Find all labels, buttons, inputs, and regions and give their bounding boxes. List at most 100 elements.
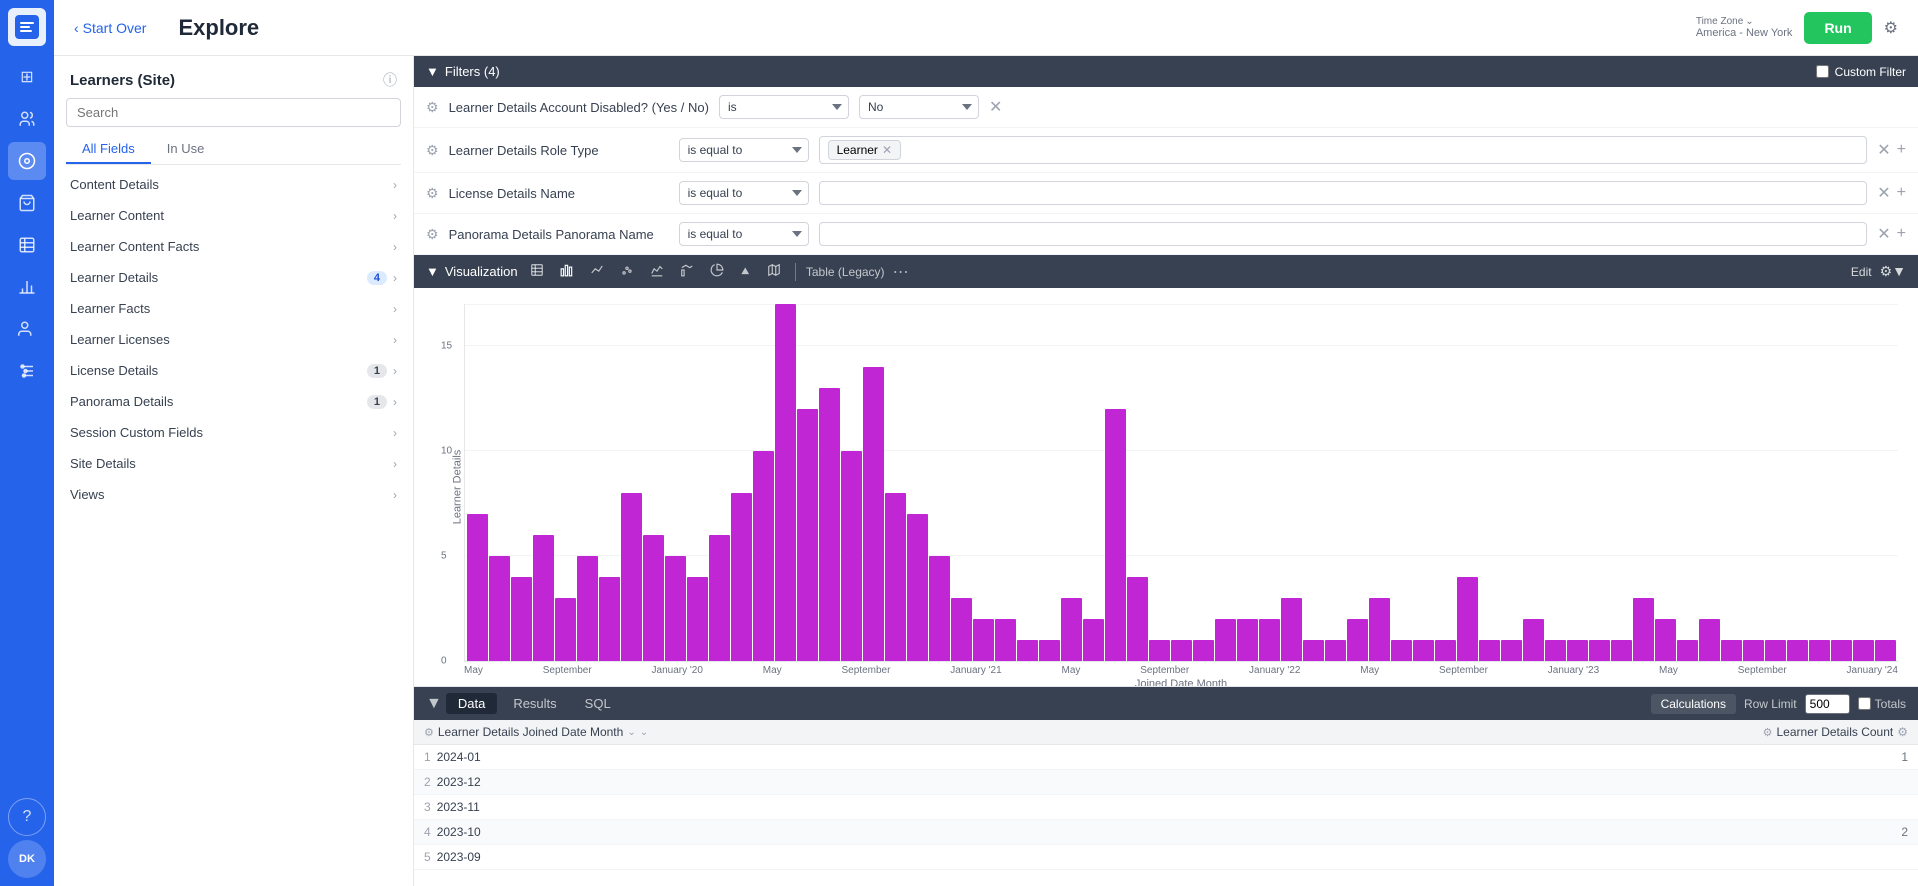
- filter-gear-icon-2[interactable]: ⚙: [426, 142, 439, 159]
- tab-sql[interactable]: SQL: [573, 693, 623, 714]
- filter-gear-icon-4[interactable]: ⚙: [426, 226, 439, 243]
- list-item[interactable]: Learner Facts ›: [54, 293, 413, 324]
- viz-area-icon[interactable]: [646, 261, 668, 282]
- filter-remove-icon-1[interactable]: ✕: [989, 97, 1002, 117]
- timezone-value: America - New York: [1696, 27, 1793, 39]
- back-link[interactable]: ‹ Start Over: [74, 20, 146, 36]
- table-icon[interactable]: [8, 226, 46, 264]
- totals-checkbox[interactable]: [1858, 697, 1871, 710]
- filter-operator-4[interactable]: is equal to: [679, 222, 809, 246]
- filter-operator-3[interactable]: is equal to: [679, 181, 809, 205]
- col-header-joined-date[interactable]: ⚙ Learner Details Joined Date Month ⌄ ⌄: [414, 720, 1311, 745]
- visualization-section: ▼ Visualization: [414, 255, 1918, 686]
- tag-remove-icon[interactable]: ✕: [882, 143, 892, 157]
- filter-remove-icon-2[interactable]: ✕: [1877, 140, 1890, 160]
- top-header: ‹ Start Over Explore Time Zone ⌄ America…: [54, 0, 1918, 56]
- settings-icon[interactable]: ⚙: [1884, 18, 1898, 38]
- sliders-icon[interactable]: [8, 352, 46, 390]
- filter-remove-icon-3[interactable]: ✕: [1877, 183, 1890, 203]
- info-icon[interactable]: ⓘ: [383, 70, 397, 90]
- filters-header: ▼ Filters (4) Custom Filter: [414, 56, 1918, 87]
- logo[interactable]: [8, 8, 46, 46]
- filter-add-icon-4[interactable]: +: [1897, 225, 1906, 243]
- custom-filter-toggle[interactable]: Custom Filter: [1816, 65, 1906, 79]
- list-item[interactable]: Session Custom Fields ›: [54, 417, 413, 448]
- filter-row-2: ⚙ Learner Details Role Type is equal to …: [414, 128, 1918, 173]
- list-item[interactable]: Panorama Details 1 ›: [54, 386, 413, 417]
- explore-icon[interactable]: [8, 142, 46, 180]
- col-settings-icon[interactable]: ⚙: [1897, 725, 1908, 739]
- viz-table-icon[interactable]: [526, 261, 548, 282]
- custom-filter-checkbox[interactable]: [1816, 65, 1829, 78]
- sidebar: ⊞ ? DK: [0, 0, 54, 886]
- table-row: 22023-12: [414, 770, 1918, 795]
- calculations-button[interactable]: Calculations: [1651, 694, 1736, 714]
- list-item[interactable]: Site Details ›: [54, 448, 413, 479]
- viz-bar-icon[interactable]: [556, 261, 578, 282]
- tab-data[interactable]: Data: [446, 693, 497, 714]
- viz-header: ▼ Visualization: [414, 255, 1918, 288]
- viz-scatter-icon[interactable]: [616, 261, 638, 282]
- search-input[interactable]: [66, 98, 401, 127]
- cart-icon[interactable]: [8, 184, 46, 222]
- list-item[interactable]: Learner Details 4 ›: [54, 262, 413, 293]
- tab-all-fields[interactable]: All Fields: [66, 135, 151, 164]
- viz-pie-icon[interactable]: [706, 261, 728, 282]
- sort-desc-icon[interactable]: ⌄: [640, 727, 648, 738]
- viz-combo-icon[interactable]: [676, 261, 698, 282]
- viz-line-icon[interactable]: [586, 261, 608, 282]
- filter-operator-2[interactable]: is equal to: [679, 138, 809, 162]
- filter-add-icon-2[interactable]: +: [1897, 141, 1906, 159]
- filter-toggle-icon[interactable]: ▼: [426, 64, 439, 79]
- filter-value-input-3[interactable]: [819, 181, 1868, 205]
- list-item[interactable]: Views ›: [54, 479, 413, 510]
- viz-more-icon[interactable]: ⋯: [893, 262, 909, 282]
- people2-icon[interactable]: [8, 310, 46, 348]
- x-axis-label: Joined Date Month: [464, 676, 1898, 686]
- help-icon[interactable]: ?: [8, 798, 46, 836]
- field-badge: 1: [367, 364, 387, 378]
- data-toggle-icon[interactable]: ▼: [426, 695, 442, 713]
- gear-col-icon-2[interactable]: ⚙: [1763, 726, 1773, 739]
- viz-settings-icon[interactable]: ⚙▼: [1880, 263, 1906, 280]
- viz-title: ▼ Visualization: [426, 264, 518, 279]
- filter-value-input-4[interactable]: [819, 222, 1868, 246]
- viz-edit-button[interactable]: Edit: [1851, 265, 1872, 279]
- col-header-count[interactable]: ⚙ Learner Details Count ⚙: [1311, 720, 1918, 745]
- filter-remove-icon-4[interactable]: ✕: [1877, 224, 1890, 244]
- tab-results[interactable]: Results: [501, 693, 568, 714]
- chevron-right-icon: ›: [393, 240, 397, 254]
- tab-in-use[interactable]: In Use: [151, 135, 221, 164]
- chart-y-label: Learner Details: [451, 450, 463, 525]
- viz-separator: [795, 263, 796, 281]
- row-limit-input[interactable]: [1805, 694, 1850, 714]
- chevron-right-icon: ›: [393, 488, 397, 502]
- list-item[interactable]: Learner Content Facts ›: [54, 231, 413, 262]
- viz-funnel-icon[interactable]: ⯅: [736, 261, 755, 282]
- filter-value-1[interactable]: No Yes: [859, 95, 979, 119]
- chevron-right-icon: ›: [393, 395, 397, 409]
- list-item[interactable]: License Details 1 ›: [54, 355, 413, 386]
- list-item[interactable]: Learner Licenses ›: [54, 324, 413, 355]
- totals-toggle[interactable]: Totals: [1858, 697, 1906, 711]
- chart2-icon[interactable]: [8, 268, 46, 306]
- viz-map-icon[interactable]: [763, 261, 785, 282]
- list-item[interactable]: Learner Content ›: [54, 200, 413, 231]
- filter-gear-icon[interactable]: ⚙: [426, 99, 439, 116]
- sort-asc-icon[interactable]: ⌄: [627, 727, 635, 738]
- filter-gear-icon-3[interactable]: ⚙: [426, 185, 439, 202]
- users-icon[interactable]: [8, 100, 46, 138]
- grid-icon[interactable]: ⊞: [8, 58, 46, 96]
- avatar[interactable]: DK: [8, 840, 46, 878]
- viz-toggle-icon[interactable]: ▼: [426, 264, 439, 279]
- data-header: ▼ Data Results SQL Calculations Row Limi…: [414, 687, 1918, 720]
- chevron-right-icon: ›: [393, 333, 397, 347]
- field-list: Content Details › Learner Content › Lear…: [54, 169, 413, 886]
- chart-grid: 051015: [464, 304, 1898, 662]
- list-item[interactable]: Content Details ›: [54, 169, 413, 200]
- gear-col-icon[interactable]: ⚙: [424, 726, 434, 739]
- filter-add-icon-3[interactable]: +: [1897, 184, 1906, 202]
- viz-table-label: Table (Legacy): [806, 265, 885, 279]
- filter-operator-1[interactable]: is: [719, 95, 849, 119]
- run-button[interactable]: Run: [1804, 12, 1871, 44]
